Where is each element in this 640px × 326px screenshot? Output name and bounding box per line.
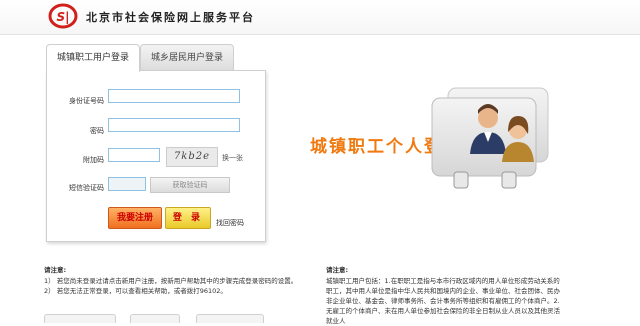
tab-urban-rural-resident-login[interactable]: 城乡居民用户登录	[140, 44, 234, 71]
site-title: 北京市社会保险网上服务平台	[86, 11, 255, 24]
forgot-password-link[interactable]: 找回密码	[216, 218, 244, 228]
captcha-input[interactable]	[108, 148, 160, 162]
password-input[interactable]	[108, 118, 240, 132]
header-bar: S| 北京市社会保险网上服务平台	[0, 0, 640, 35]
notice-left-line: 1） 若您尚未登录过请点击新用户注册，按新用户帮助其中的步骤完成登录密码的设置。	[44, 277, 298, 285]
notice-right-line: 城镇职工用户包括：1.在职职工是指与本市行政区域内的用人单位形成劳动关系的职工，…	[326, 277, 560, 325]
sms-code-input[interactable]	[108, 177, 146, 191]
social-insurance-logo: S|	[48, 3, 78, 29]
captcha-image: 7kb2e	[166, 147, 218, 167]
sms-code-label: 短信验证码	[69, 184, 104, 192]
notice-right: 请注意: 城镇职工用户包括：1.在职职工是指与本市行政区域内的用人单位形成劳动关…	[326, 265, 566, 326]
user-card-icon	[431, 87, 549, 189]
help-button-stub[interactable]	[130, 314, 180, 323]
notice-left-line: 2） 若您无法正常登录，可以查看相关帮助，或者拨打96102。	[44, 287, 227, 295]
login-button[interactable]: 登 录	[165, 207, 211, 229]
captcha-label: 附加码	[83, 156, 104, 164]
svg-text:S|: S|	[56, 10, 69, 24]
id-number-input[interactable]	[108, 89, 240, 103]
tab-urban-employee-login[interactable]: 城镇职工用户登录	[46, 44, 140, 72]
notice-left-title: 请注意:	[44, 266, 67, 274]
password-label: 密码	[90, 127, 104, 135]
id-number-label: 身份证号码	[69, 97, 104, 105]
help-button-stub[interactable]	[196, 314, 264, 323]
notice-right-title: 请注意:	[326, 266, 349, 274]
get-sms-code-button[interactable]: 获取验证码	[150, 177, 230, 193]
help-button-stub[interactable]	[44, 314, 116, 323]
notice-left: 请注意: 1） 若您尚未登录过请点击新用户注册，按新用户帮助其中的步骤完成登录密…	[44, 265, 304, 296]
refresh-captcha-link[interactable]: 换一张	[222, 153, 243, 163]
register-button[interactable]: 我要注册	[108, 207, 162, 229]
